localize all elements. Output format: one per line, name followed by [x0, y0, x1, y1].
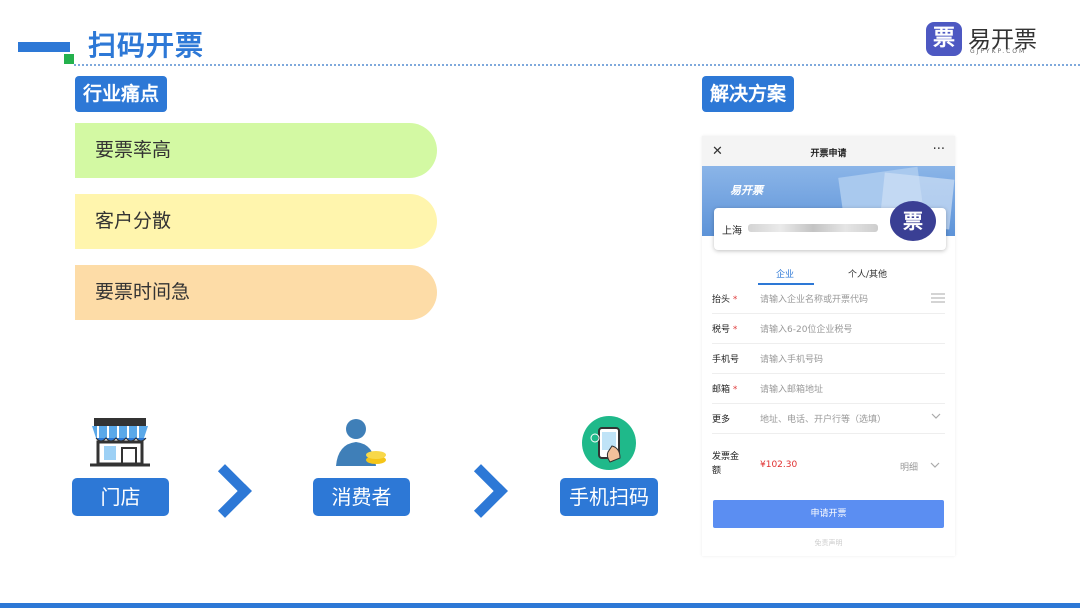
- required-mark: *: [732, 385, 738, 395]
- pain-item-2: 客户分散: [75, 194, 437, 249]
- pain-item-3: 要票时间急: [75, 265, 437, 320]
- form-row-phone[interactable]: 手机号 请输入手机号码: [712, 343, 945, 374]
- store-icon: [90, 418, 150, 467]
- disclaimer-link[interactable]: 免责声明: [702, 538, 955, 548]
- form-row-title[interactable]: 抬头 * 请输入企业名称或开票代码: [712, 283, 945, 314]
- chevron-down-icon[interactable]: [930, 462, 940, 469]
- solution-tag: 解决方案: [702, 76, 795, 112]
- chevron-down-icon[interactable]: [931, 413, 941, 420]
- list-icon[interactable]: [931, 293, 945, 303]
- title-input[interactable]: 请输入企业名称或开票代码: [760, 292, 868, 305]
- apply-invoice-button[interactable]: 申请开票: [713, 500, 944, 528]
- field-label: 邮箱: [712, 385, 731, 395]
- invoice-stamp-icon: 票: [890, 201, 936, 241]
- form-row-more[interactable]: 更多 地址、电话、开户行等（选填）: [712, 403, 945, 434]
- tab-enterprise[interactable]: 企业: [776, 267, 794, 280]
- field-label: 税号: [712, 325, 731, 335]
- header-accent-bar: [18, 42, 70, 52]
- phone-titlebar: ✕ 开票申请 ···: [702, 136, 955, 168]
- flow-step-store: 门店: [72, 478, 169, 516]
- amount-label: 发票金额: [712, 452, 740, 476]
- consumer-icon: [336, 419, 386, 466]
- phone-mockup: ✕ 开票申请 ··· 易开票 上海 票 企业 个人/其他 抬头 * 请输入企业名…: [702, 136, 955, 556]
- page-title: 扫码开票: [88, 29, 205, 62]
- footer-bar: [0, 603, 1080, 608]
- header-divider: [74, 64, 1080, 66]
- blurred-company-text: [748, 224, 878, 232]
- form-row-taxid[interactable]: 税号 * 请输入6-20位企业税号: [712, 313, 945, 344]
- phone-title: 开票申请: [810, 149, 847, 159]
- amount-value: ¥102.30: [760, 460, 798, 470]
- required-mark: *: [732, 325, 738, 335]
- pain-points-tag: 行业痛点: [75, 76, 168, 112]
- flow-step-scan: 手机扫码: [560, 478, 658, 516]
- company-name: 上海: [722, 226, 742, 237]
- header-accent-square: [64, 54, 74, 64]
- chevron-right-icon: [454, 464, 508, 518]
- field-label: 手机号: [712, 355, 740, 365]
- pain-item-1: 要票率高: [75, 123, 437, 178]
- field-label: 更多: [712, 415, 731, 425]
- flow-step-consumer: 消费者: [313, 478, 410, 516]
- detail-link[interactable]: 明细: [900, 460, 918, 473]
- phone-scan-icon: [582, 416, 636, 470]
- more-icon[interactable]: ···: [933, 142, 945, 157]
- field-label: 抬头: [712, 295, 731, 305]
- required-mark: *: [732, 295, 738, 305]
- brand-domain: GJPYKP.COM: [970, 48, 1027, 55]
- chevron-right-icon: [198, 464, 252, 518]
- form-row-email[interactable]: 邮箱 * 请输入邮箱地址: [712, 373, 945, 404]
- taxid-input[interactable]: 请输入6-20位企业税号: [760, 322, 852, 335]
- tab-personal[interactable]: 个人/其他: [848, 267, 887, 280]
- banner-brand: 易开票: [730, 184, 763, 197]
- email-input[interactable]: 请输入邮箱地址: [760, 382, 823, 395]
- more-input[interactable]: 地址、电话、开户行等（选填）: [760, 412, 886, 425]
- phone-input[interactable]: 请输入手机号码: [760, 352, 823, 365]
- brand-logo-icon: 票: [926, 22, 962, 56]
